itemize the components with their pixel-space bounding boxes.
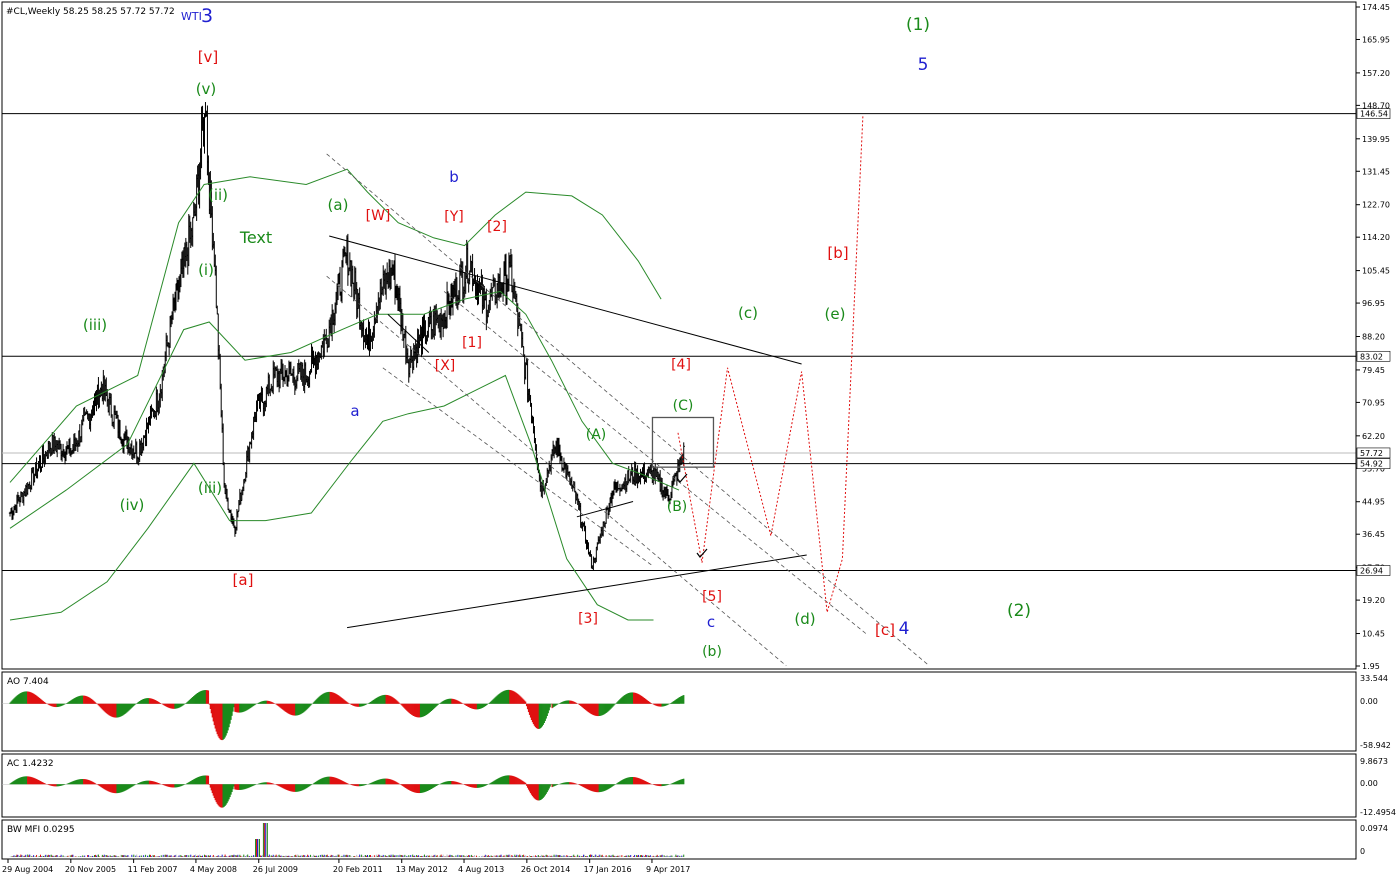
date-axis-tick-label: 26 Jul 2009 (253, 865, 298, 874)
price-tag-label: 83.02 (1360, 352, 1383, 361)
indicator-axis-tick-label: -58.942 (1360, 741, 1391, 750)
price-axis-tick-label: 10.45 (1362, 630, 1385, 639)
wave-label: [Y] (444, 209, 463, 225)
price-axis-tick-label: 122.70 (1362, 201, 1390, 210)
price-axis-tick-label: 19.20 (1362, 596, 1385, 605)
wave-label: (iv) (120, 496, 145, 514)
wave-label: c (707, 613, 715, 631)
wave-label: [W] (366, 208, 391, 224)
wave-label: Text (239, 228, 272, 247)
wave-label: [4] (671, 357, 691, 373)
price-axis-tick-label: 131.45 (1362, 167, 1390, 176)
price-axis-tick-label: 88.20 (1362, 333, 1385, 342)
price-axis-tick-label: 62.20 (1362, 432, 1385, 441)
indicator-axis-tick-label: 0.00 (1360, 697, 1378, 706)
wave-label: [X] (435, 358, 456, 374)
ao-label: AO 7.404 (7, 677, 49, 687)
price-axis-tick-label: 1.95 (1362, 662, 1380, 671)
wave-label: (d) (794, 610, 815, 628)
price-axis-tick-label: 139.95 (1362, 135, 1390, 144)
wave-label: (B) (667, 499, 688, 515)
date-axis-tick-label: 20 Feb 2011 (333, 865, 383, 874)
wave-label: 5 (918, 55, 929, 75)
wave-label: (i) (198, 261, 214, 279)
price-axis-tick-label: 157.20 (1362, 69, 1390, 78)
price-tag-label: 26.94 (1360, 567, 1383, 576)
price-axis-tick-label: 165.95 (1362, 35, 1390, 44)
price-axis-tick-label: 70.95 (1362, 398, 1385, 407)
wave-label: [c] (875, 621, 895, 639)
date-axis-tick-label: 4 May 2008 (190, 865, 237, 874)
price-axis-tick-label: 105.45 (1362, 267, 1390, 276)
wave-label: [5] (702, 589, 722, 605)
price-axis-tick-label: 114.20 (1362, 233, 1390, 242)
chart-canvas: 174.45165.95157.20148.70139.95131.45122.… (1, 1, 1396, 874)
date-axis-tick-label: 13 May 2012 (396, 865, 448, 874)
date-axis-tick-label: 9 Apr 2017 (646, 865, 690, 874)
wave-label: [v] (198, 48, 219, 66)
wave-label: (c) (738, 304, 758, 322)
date-axis-tick-label: 17 Jan 2016 (584, 865, 632, 874)
indicator-axis-tick-label: -12.4954 (1360, 808, 1396, 817)
date-axis-tick-label: 11 Feb 2007 (128, 865, 178, 874)
price-axis-tick-label: 174.45 (1362, 3, 1390, 12)
bwmfi-panel-frame (1, 819, 1357, 860)
indicator-axis-tick-label: 0 (1360, 847, 1365, 856)
ac-label: AC 1.4232 (7, 759, 54, 769)
wave-label: [b] (827, 244, 848, 262)
wave-digit-header: 3 (201, 5, 213, 27)
wave-label: [3] (578, 611, 598, 627)
wave-label: (C) (673, 398, 694, 414)
indicator-axis-tick-label: 9.8673 (1360, 757, 1388, 766)
price-axis-tick-label: 96.95 (1362, 299, 1385, 308)
instrument-badge: WTI (181, 10, 202, 23)
date-axis-tick-label: 4 Aug 2013 (458, 865, 504, 874)
price-axis-tick-label: 79.45 (1362, 366, 1385, 375)
wave-label: b (449, 168, 459, 186)
bwmfi-label: BW MFI 0.0295 (7, 825, 75, 835)
wave-label: (1) (906, 15, 930, 35)
indicator-axis-tick-label: 33.544 (1360, 674, 1388, 683)
wave-label: [1] (462, 335, 482, 351)
wave-label: (iii) (83, 316, 107, 334)
wave-label: (e) (825, 305, 846, 323)
symbol-header: #CL,Weekly 58.25 58.25 57.72 57.72 (6, 7, 175, 17)
wave-label: (b) (702, 644, 722, 660)
date-axis-tick-label: 20 Nov 2005 (65, 865, 116, 874)
ac-panel-frame (1, 753, 1357, 818)
ao-panel-frame (1, 671, 1357, 752)
price-tag-label: 146.54 (1360, 110, 1388, 119)
price-tag-label: 54.92 (1360, 460, 1383, 469)
price-axis-tick-label: 44.95 (1362, 498, 1385, 507)
wave-label: (2) (1007, 601, 1031, 621)
date-axis-tick-label: 29 Aug 2004 (2, 865, 53, 874)
wave-label: (iii) (198, 479, 222, 497)
price-axis-tick-label: 36.45 (1362, 530, 1385, 539)
wave-label: (a) (328, 196, 349, 214)
wave-label: (v) (196, 80, 217, 98)
wave-label: 4 (899, 619, 910, 639)
indicator-axis-tick-label: 0.00 (1360, 779, 1378, 788)
wave-label: (ii) (208, 186, 228, 204)
wave-label: (A) (586, 427, 607, 443)
indicator-axis-tick-label: 0.0974 (1360, 824, 1388, 833)
price-tag-label: 57.72 (1360, 449, 1383, 458)
date-axis-tick-label: 26 Oct 2014 (521, 865, 570, 874)
wave-label: [a] (233, 571, 254, 589)
wave-label: a (350, 402, 359, 420)
wave-label: [2] (487, 219, 507, 235)
